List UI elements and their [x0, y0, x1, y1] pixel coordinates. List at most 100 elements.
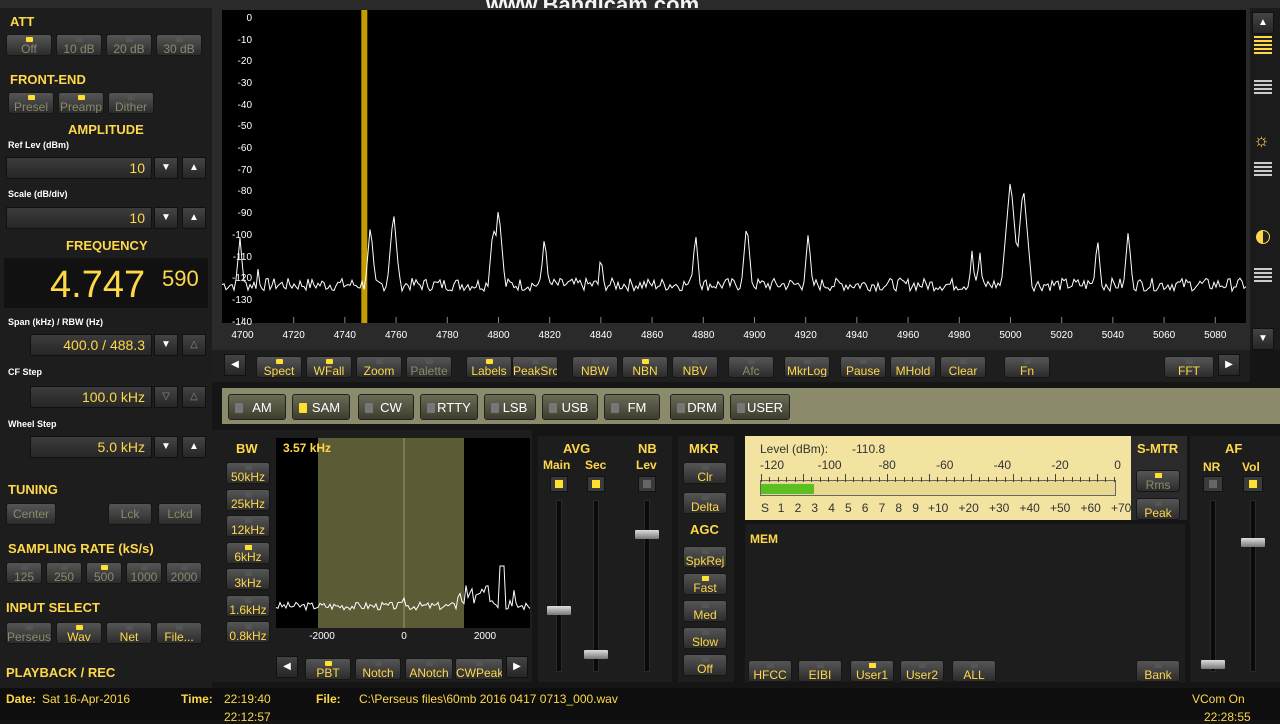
- mode-rtty-button[interactable]: RTTY: [420, 394, 478, 420]
- palette-slider-icon[interactable]: [1254, 80, 1272, 94]
- avg-sec-led[interactable]: [587, 476, 605, 492]
- att-button-3[interactable]: 30 dB: [156, 34, 202, 56]
- bw-50khz-button[interactable]: 50kHz: [226, 462, 270, 484]
- scroll-up-arrow[interactable]: ▲: [1252, 12, 1274, 34]
- wheel-step-down-arrow[interactable]: ▼: [154, 436, 178, 458]
- bw-6khz-button[interactable]: 6kHz: [226, 541, 270, 564]
- bw-12khz-button[interactable]: 12kHz: [226, 515, 270, 537]
- menu-lines-icon[interactable]: [1254, 36, 1272, 54]
- mem-bank-button[interactable]: Bank: [1136, 660, 1180, 682]
- lock-button[interactable]: Lck: [108, 503, 152, 525]
- sampling-button-4[interactable]: 2000: [166, 562, 202, 584]
- spectrum-mkrlog-button[interactable]: MkrLog: [784, 356, 830, 378]
- avg-main-led[interactable]: [550, 476, 568, 492]
- toolbar-left-arrow[interactable]: ◀: [224, 354, 246, 376]
- mkr-clear-button[interactable]: Clr: [683, 462, 727, 484]
- span-down-arrow[interactable]: ▼: [154, 334, 178, 356]
- ref-level-down-arrow[interactable]: ▼: [154, 157, 178, 179]
- avg-sec-slider[interactable]: [584, 650, 608, 659]
- mode-sam-button[interactable]: SAM: [292, 394, 350, 420]
- ref-level-field[interactable]: 10: [6, 157, 152, 179]
- scale-down-arrow[interactable]: ▼: [154, 207, 178, 229]
- mem-eibi-button[interactable]: EIBI: [798, 660, 842, 682]
- smtr-rms-button[interactable]: Rms: [1136, 470, 1180, 492]
- scale-field[interactable]: 10: [6, 207, 152, 229]
- att-button-1[interactable]: 10 dB: [56, 34, 102, 56]
- mode-cw-button[interactable]: CW: [358, 394, 414, 420]
- sampling-button-1[interactable]: 250: [46, 562, 82, 584]
- bw-left-arrow[interactable]: ◀: [276, 656, 298, 678]
- locked-button[interactable]: Lckd: [158, 503, 202, 525]
- palette-slider2-icon[interactable]: [1254, 162, 1272, 176]
- input-button-1[interactable]: Wav: [56, 622, 102, 644]
- mem-user2-button[interactable]: User2: [900, 660, 944, 682]
- cf-step-field[interactable]: 100.0 kHz: [30, 386, 152, 408]
- spectrum-fft-button[interactable]: FFT: [1164, 356, 1214, 378]
- spectrum-nbw-button[interactable]: NBW: [572, 356, 618, 378]
- bw-25khz-button[interactable]: 25kHz: [226, 488, 270, 511]
- smtr-peak-button[interactable]: Peak: [1136, 498, 1180, 520]
- nb-led[interactable]: [638, 476, 656, 492]
- mem-user1-button[interactable]: User1: [850, 660, 894, 682]
- mode-fm-button[interactable]: FM: [604, 394, 660, 420]
- cf-step-down-arrow[interactable]: ▽: [154, 386, 178, 408]
- bw-anotch-button[interactable]: ANotch: [405, 658, 453, 680]
- frontend-button-0[interactable]: Presel: [8, 92, 54, 114]
- bw-3khz-button[interactable]: 3kHz: [226, 568, 270, 590]
- input-button-3[interactable]: File...: [156, 622, 202, 644]
- spectrum-labels-button[interactable]: Labels: [466, 356, 512, 378]
- input-button-2[interactable]: Net: [106, 622, 152, 644]
- spectrum-afc-button[interactable]: Afc: [728, 356, 774, 378]
- agc-med-button[interactable]: Med: [683, 600, 727, 622]
- brightness-icon[interactable]: ☼: [1253, 130, 1270, 151]
- mem-all-button[interactable]: ALL: [952, 660, 996, 682]
- span-field[interactable]: 400.0 / 488.3: [30, 334, 152, 356]
- nb-slider[interactable]: [635, 530, 659, 539]
- nr-slider[interactable]: [1201, 660, 1225, 669]
- spectrum-clear-button[interactable]: Clear: [940, 356, 986, 378]
- mkr-delta-button[interactable]: Delta: [683, 492, 727, 514]
- mode-am-button[interactable]: AM: [228, 394, 286, 420]
- spectrum-plot[interactable]: [222, 10, 1246, 323]
- att-button-2[interactable]: 20 dB: [106, 34, 152, 56]
- wheel-step-field[interactable]: 5.0 kHz: [30, 436, 152, 458]
- center-button[interactable]: Center: [6, 503, 56, 525]
- agc-off-button[interactable]: Off: [683, 654, 727, 676]
- spectrum-peaksrc-button[interactable]: PeakSrc: [512, 356, 558, 378]
- cf-step-up-arrow[interactable]: △: [182, 386, 206, 408]
- span-up-arrow[interactable]: △: [182, 334, 206, 356]
- scale-up-arrow[interactable]: ▲: [182, 207, 206, 229]
- sampling-button-3[interactable]: 1000: [126, 562, 162, 584]
- spectrum-nbv-button[interactable]: NBV: [672, 356, 718, 378]
- spectrum-nbn-button[interactable]: NBN: [622, 356, 668, 378]
- bw-right-arrow[interactable]: ▶: [506, 656, 528, 678]
- spectrum-palette-button[interactable]: Palette: [406, 356, 452, 378]
- sampling-button-2[interactable]: 500: [86, 562, 122, 584]
- spectrum-mhold-button[interactable]: MHold: [890, 356, 936, 378]
- agc-slow-button[interactable]: Slow: [683, 627, 727, 649]
- scroll-down-arrow[interactable]: ▼: [1252, 328, 1274, 350]
- ref-level-up-arrow[interactable]: ▲: [182, 157, 206, 179]
- frontend-button-1[interactable]: Preamp: [58, 92, 104, 114]
- mode-user-button[interactable]: USER: [730, 394, 790, 420]
- spectrum-spect-button[interactable]: Spect: [256, 356, 302, 378]
- vol-led[interactable]: [1243, 476, 1263, 492]
- spectrum-wfall-button[interactable]: WFall: [306, 356, 352, 378]
- wheel-step-up-arrow[interactable]: ▲: [182, 436, 206, 458]
- toolbar-right-arrow[interactable]: ▶: [1218, 354, 1240, 376]
- sampling-button-0[interactable]: 125: [6, 562, 42, 584]
- input-button-0[interactable]: Perseus: [6, 622, 52, 644]
- avg-main-slider[interactable]: [547, 606, 571, 615]
- agc-spkrej-button[interactable]: SpkRej: [683, 546, 727, 568]
- mode-usb-button[interactable]: USB: [542, 394, 598, 420]
- mode-lsb-button[interactable]: LSB: [484, 394, 536, 420]
- bw-0.8khz-button[interactable]: 0.8kHz: [226, 621, 270, 643]
- agc-fast-button[interactable]: Fast: [683, 573, 727, 595]
- bw-notch-button[interactable]: Notch: [355, 658, 401, 680]
- mode-drm-button[interactable]: DRM: [670, 394, 724, 420]
- att-button-0[interactable]: Off: [6, 34, 52, 56]
- vol-slider[interactable]: [1241, 538, 1265, 547]
- spectrum-pause-button[interactable]: Pause: [840, 356, 886, 378]
- bw-cwpeak-button[interactable]: CWPeak: [455, 658, 503, 680]
- spectrum-zoom-button[interactable]: Zoom: [356, 356, 402, 378]
